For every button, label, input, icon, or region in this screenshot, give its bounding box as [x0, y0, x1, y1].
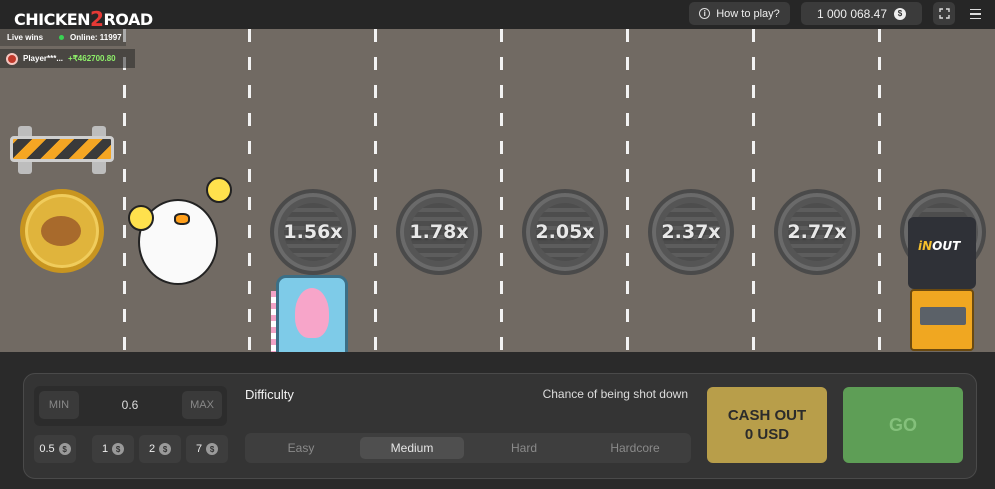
how-to-play-label: How to play? — [716, 7, 780, 20]
lane-divider — [123, 29, 126, 352]
lane-divider — [248, 29, 251, 352]
cash-out-label: CASH OUT — [727, 407, 807, 424]
min-label: MIN — [48, 399, 70, 411]
live-wins-bar: Live wins Online: 11997 — [0, 29, 126, 46]
bet-amount-input[interactable]: 0.6 — [100, 398, 160, 412]
multiplier-label: 2.77x — [787, 221, 847, 243]
live-win-item: Player***... +₹462700.80 — [0, 49, 135, 68]
multiplier-manhole: 2.05x — [522, 189, 608, 275]
live-wins-title: Live wins — [7, 33, 44, 42]
balance-display: 1 000 068.47 $ — [801, 2, 922, 25]
truck-brand: iNOUT — [918, 239, 961, 253]
delivery-truck-icon: iNOUT — [906, 217, 978, 351]
avatar — [6, 52, 18, 65]
chicken-icon — [128, 169, 238, 287]
difficulty-label: Difficulty — [245, 387, 294, 402]
top-bar: CHICKEN2ROAD i How to play? 1 000 068.47… — [0, 0, 995, 31]
multiplier-label: 1.56x — [283, 221, 343, 243]
difficulty-medium[interactable]: Medium — [360, 437, 464, 459]
game-logo: CHICKEN2ROAD — [14, 7, 153, 31]
menu-icon — [969, 8, 981, 11]
bet-chip-button[interactable]: 0.5 $ — [34, 435, 76, 463]
menu-button[interactable] — [964, 3, 986, 25]
lane-divider — [878, 29, 881, 352]
lane-divider — [626, 29, 629, 352]
bet-chip-button[interactable]: 2 $ — [139, 435, 181, 463]
online-count: Online: 11997 — [70, 33, 122, 42]
chicken-coin-icon — [20, 189, 104, 273]
fullscreen-icon — [938, 8, 950, 19]
multiplier-label: 2.37x — [661, 221, 721, 243]
bet-chip-button[interactable]: 7 $ — [186, 435, 228, 463]
multiplier-label: 1.78x — [409, 221, 469, 243]
online-dot-icon — [59, 35, 65, 40]
winner-name: Player***... — [23, 54, 64, 63]
lane-divider — [752, 29, 755, 352]
cash-out-button[interactable]: CASH OUT 0 USD — [707, 387, 827, 463]
bet-chip-button[interactable]: 1 $ — [92, 435, 134, 463]
multiplier-manhole: 2.77x — [774, 189, 860, 275]
dollar-coin-icon: $ — [112, 443, 125, 455]
multiplier-label: 2.05x — [535, 221, 595, 243]
ice-cream-truck-icon — [276, 275, 348, 352]
chance-label: Chance of being shot down — [542, 387, 688, 401]
multiplier-manhole: 1.78x — [396, 189, 482, 275]
info-icon: i — [699, 8, 711, 19]
multiplier-manhole: 1.56x — [270, 189, 356, 275]
difficulty-easy[interactable]: Easy — [249, 437, 353, 459]
fullscreen-button[interactable] — [933, 2, 955, 25]
game-road: Live wins Online: 11997 Player***... +₹4… — [0, 29, 995, 352]
dollar-coin-icon: $ — [206, 443, 219, 455]
difficulty-hardcore[interactable]: Hardcore — [583, 437, 687, 459]
difficulty-selector: Easy Medium Hard Hardcore — [245, 433, 691, 463]
dollar-coin-icon: $ — [58, 443, 71, 455]
lane-divider — [374, 29, 377, 352]
barrier-icon — [10, 126, 114, 174]
max-bet-button[interactable]: MAX — [182, 391, 222, 419]
win-amount: +₹462700.80 — [68, 54, 116, 63]
multiplier-manhole: 2.37x — [648, 189, 734, 275]
difficulty-hard[interactable]: Hard — [472, 437, 576, 459]
dollar-coin-icon: $ — [159, 443, 172, 455]
max-label: MAX — [190, 399, 214, 411]
cash-out-amount: 0 USD — [744, 426, 790, 443]
balance-value: 1 000 068.47 — [816, 6, 888, 21]
lane-divider — [500, 29, 503, 352]
how-to-play-button[interactable]: i How to play? — [689, 2, 790, 25]
dollar-coin-icon: $ — [894, 7, 907, 20]
min-bet-button[interactable]: MIN — [39, 391, 79, 419]
go-label: GO — [888, 414, 917, 435]
go-button[interactable]: GO — [843, 387, 963, 463]
